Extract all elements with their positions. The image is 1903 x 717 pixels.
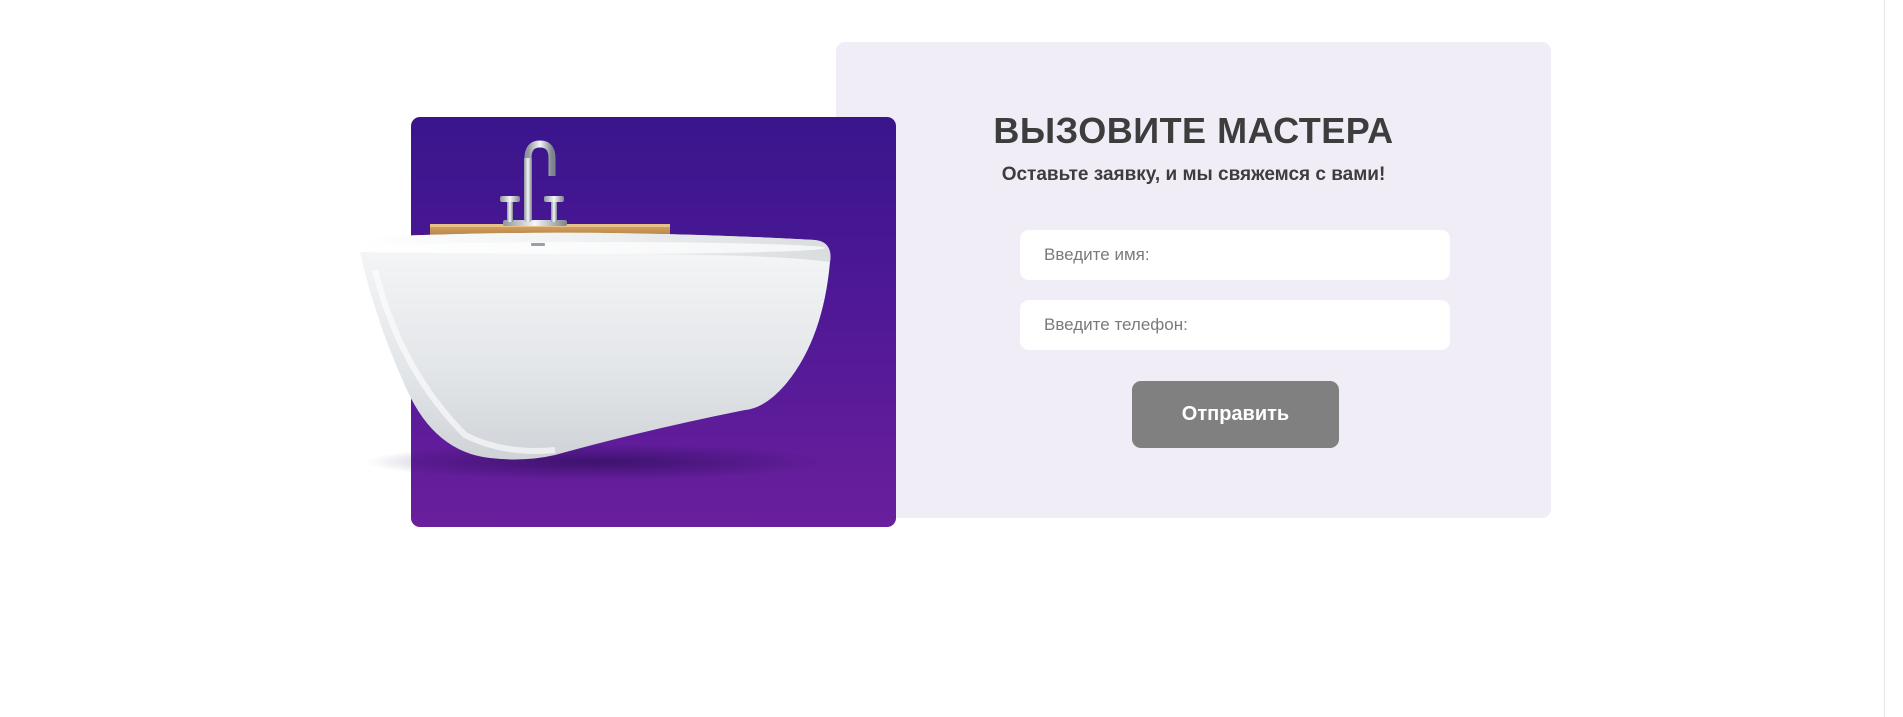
phone-input[interactable]	[1020, 300, 1450, 350]
submit-button[interactable]: Отправить	[1132, 381, 1339, 448]
callback-form-card: ВЫЗОВИТЕ МАСТЕРА Оставьте заявку, и мы с…	[836, 42, 1551, 518]
form-subtitle: Оставьте заявку, и мы свяжемся с вами!	[1001, 164, 1386, 185]
page: ВЫЗОВИТЕ МАСТЕРА Оставьте заявку, и мы с…	[0, 0, 1903, 717]
form-title: ВЫЗОВИТЕ МАСТЕРА	[993, 110, 1394, 151]
page-scrollbar[interactable]	[1884, 0, 1903, 717]
bathtub-image	[359, 140, 831, 480]
faucet-icon	[500, 140, 567, 226]
name-input[interactable]	[1020, 230, 1450, 280]
